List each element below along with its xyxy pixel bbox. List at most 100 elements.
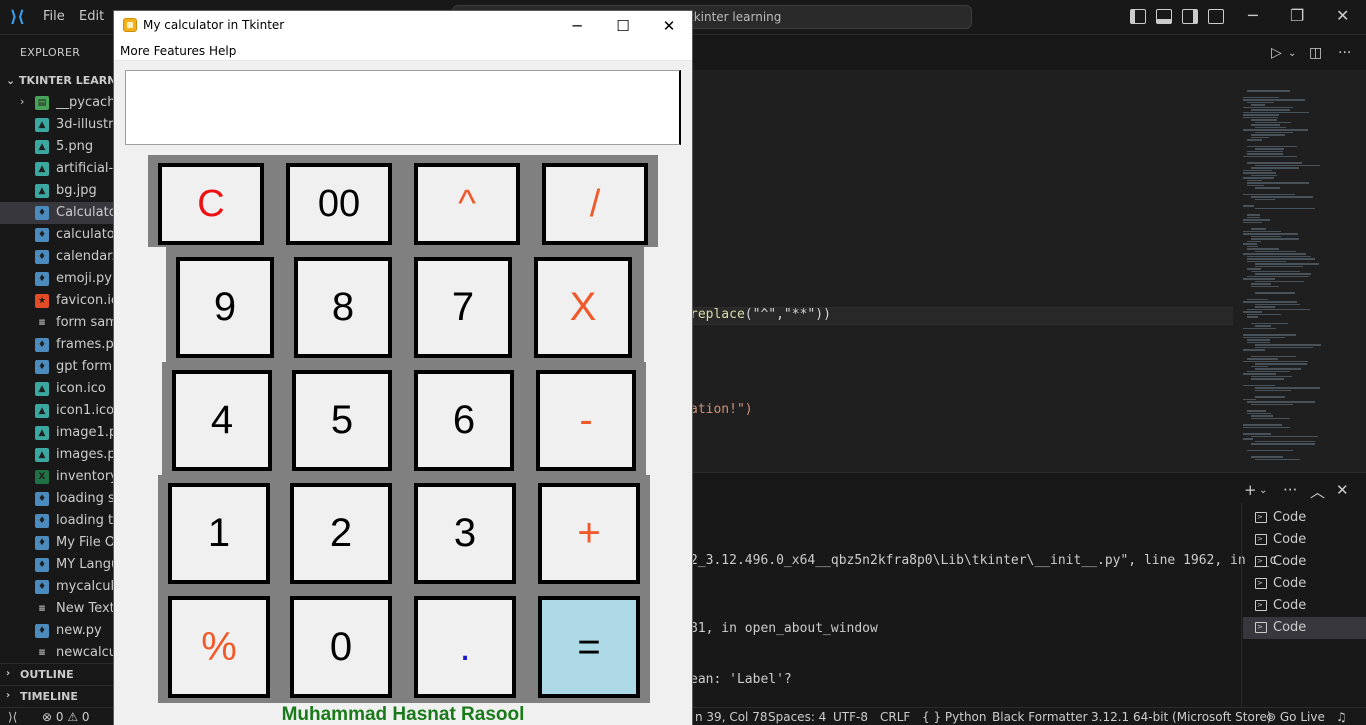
encoding[interactable]: UTF-8 [833, 710, 868, 724]
file-item[interactable]: ▲ artificial-In [0, 158, 113, 180]
problems-indicator[interactable]: ⊗ 0 ⚠ 0 [42, 710, 90, 724]
file-item[interactable]: ♦ MY Langu [0, 554, 113, 576]
digit-3-button[interactable]: 3 [414, 483, 516, 584]
file-item[interactable]: ♦ calculator.p [0, 224, 113, 246]
file-item[interactable]: ♦ new.py [0, 620, 113, 642]
file-item[interactable]: ▲ 5.png [0, 136, 113, 158]
file-item[interactable]: ▲ images.pn [0, 444, 113, 466]
percent-button[interactable]: % [168, 596, 270, 698]
chevron-down-icon[interactable]: ⌄ [1288, 48, 1296, 59]
terminal-tab[interactable]: > Code [1243, 529, 1366, 551]
terminal-tab[interactable]: > Code [1243, 617, 1366, 639]
outline-section[interactable]: › OUTLINE [0, 663, 113, 685]
formatter[interactable]: Black Formatter [992, 710, 1088, 724]
file-item[interactable]: ▲ icon.ico [0, 378, 113, 400]
minimap-line [1243, 193, 1295, 195]
split-editor-icon[interactable]: ◫ [1309, 45, 1322, 61]
file-item[interactable]: ≡ newcalcul [0, 642, 113, 664]
end-of-line[interactable]: CRLF [880, 710, 910, 724]
menu-edit[interactable]: Edit [79, 9, 104, 24]
file-item[interactable]: ▲ image1.pn [0, 422, 113, 444]
file-item[interactable]: ♦ mycalcula [0, 576, 113, 598]
power-button[interactable]: ^ [414, 163, 520, 245]
file-item[interactable]: ▲ bg.jpg [0, 180, 113, 202]
close-icon[interactable]: ✕ [646, 14, 692, 38]
star-file-icon: ★ [35, 294, 49, 308]
menu-more-features[interactable]: More Features [120, 44, 205, 58]
digit-4-button[interactable]: 4 [172, 370, 272, 471]
minimap-line [1243, 384, 1275, 386]
add-button[interactable]: + [538, 483, 640, 584]
run-icon[interactable]: ▷ [1271, 45, 1282, 61]
divide-button[interactable]: / [542, 163, 648, 245]
file-item[interactable]: ▲ 3d-illustrat [0, 114, 113, 136]
digit-8-button[interactable]: 8 [294, 257, 392, 358]
toggle-panel-icon[interactable] [1156, 9, 1172, 24]
maximize-icon[interactable]: ☐ [600, 14, 646, 38]
terminal-line: 2_3.12.496.0_x64__qbz5n2kfra8p0\Lib\tkin… [690, 553, 1277, 568]
close-icon[interactable]: ✕ [1336, 6, 1349, 25]
minimap-line [1255, 131, 1293, 133]
subtract-button[interactable]: - [536, 370, 636, 471]
equals-button[interactable]: = [538, 596, 640, 698]
python-interpreter[interactable]: 3.12.1 64-bit (Microsoft Store) [1091, 710, 1272, 724]
cursor-position[interactable]: n 39, Col 78 [695, 710, 767, 724]
more-actions-icon[interactable]: ··· [1338, 45, 1351, 61]
digit-5-button[interactable]: 5 [292, 370, 392, 471]
toggle-sidebar-icon[interactable] [1130, 9, 1146, 24]
clear-button[interactable]: C [158, 163, 264, 245]
minimize-icon[interactable]: ─ [554, 14, 600, 38]
double-zero-button[interactable]: 00 [286, 163, 392, 245]
terminal-tab[interactable]: > Code [1243, 551, 1366, 573]
file-item[interactable]: ★ favicon.ico [0, 290, 113, 312]
file-item[interactable]: ♦ gpt form .p [0, 356, 113, 378]
minimize-icon[interactable]: ─ [1248, 6, 1258, 25]
menu-file[interactable]: File [43, 9, 65, 24]
toggle-secondary-sidebar-icon[interactable] [1182, 9, 1198, 24]
terminal-tab[interactable]: > Code [1243, 573, 1366, 595]
calculator-display[interactable] [125, 70, 681, 145]
minimap-line [1255, 126, 1286, 128]
digit-9-button[interactable]: 9 [176, 257, 274, 358]
customize-layout-icon[interactable] [1208, 9, 1224, 24]
menu-help[interactable]: Help [209, 44, 236, 58]
file-item[interactable]: ▲ icon1.ico [0, 400, 113, 422]
close-panel-icon[interactable]: ✕ [1336, 481, 1349, 499]
indentation[interactable]: Spaces: 4 [768, 710, 826, 724]
restore-icon[interactable]: ❐ [1290, 6, 1304, 25]
multiply-button[interactable]: X [534, 257, 632, 358]
minimap[interactable] [1233, 90, 1353, 470]
minimap-line [1255, 440, 1315, 442]
file-item[interactable]: Xinventory.x [0, 466, 113, 488]
file-item[interactable]: ♦ frames.py [0, 334, 113, 356]
file-item[interactable]: ♦ emoji.py [0, 268, 113, 290]
notifications-icon[interactable]: ♫ [1336, 710, 1347, 724]
go-live-button[interactable]: ⊚ Go Live [1266, 710, 1325, 724]
digit-7-button[interactable]: 7 [414, 257, 512, 358]
file-item[interactable]: ♦ loading tru [0, 510, 113, 532]
file-item[interactable]: ≡ New Text [0, 598, 113, 620]
terminal-line: 81, in open_about_window [690, 621, 878, 636]
maximize-panel-icon[interactable]: ︿ [1310, 481, 1325, 502]
digit-0-button[interactable]: 0 [290, 596, 392, 698]
remote-icon[interactable]: ⟩⟨ [8, 710, 17, 724]
language-mode[interactable]: { } Python [922, 710, 987, 724]
file-item[interactable]: ♦ loading scr [0, 488, 113, 510]
more-actions-icon[interactable]: ··· [1283, 481, 1297, 499]
file-item[interactable]: ♦ My File Or [0, 532, 113, 554]
terminal-tab[interactable]: > Code [1243, 595, 1366, 617]
decimal-button[interactable]: . [414, 596, 516, 698]
timeline-section[interactable]: › TIMELINE [0, 685, 113, 707]
file-item[interactable]: › ▤ __pycache__ [0, 92, 113, 114]
file-item[interactable]: ♦ Calculator.p [0, 202, 113, 224]
digit-1-button[interactable]: 1 [168, 483, 270, 584]
file-item[interactable]: ≡ form samp [0, 312, 113, 334]
chevron-down-icon[interactable]: ⌄ [1259, 485, 1267, 496]
digit-2-button[interactable]: 2 [290, 483, 392, 584]
file-item[interactable]: ♦ calendar.py [0, 246, 113, 268]
calculator-titlebar[interactable]: My calculator in Tkinter ─ ☐ ✕ [114, 11, 692, 41]
digit-6-button[interactable]: 6 [414, 370, 514, 471]
new-terminal-icon[interactable]: + [1244, 481, 1257, 499]
minimap-line [1247, 214, 1260, 216]
terminal-tab[interactable]: > Code [1243, 507, 1366, 529]
